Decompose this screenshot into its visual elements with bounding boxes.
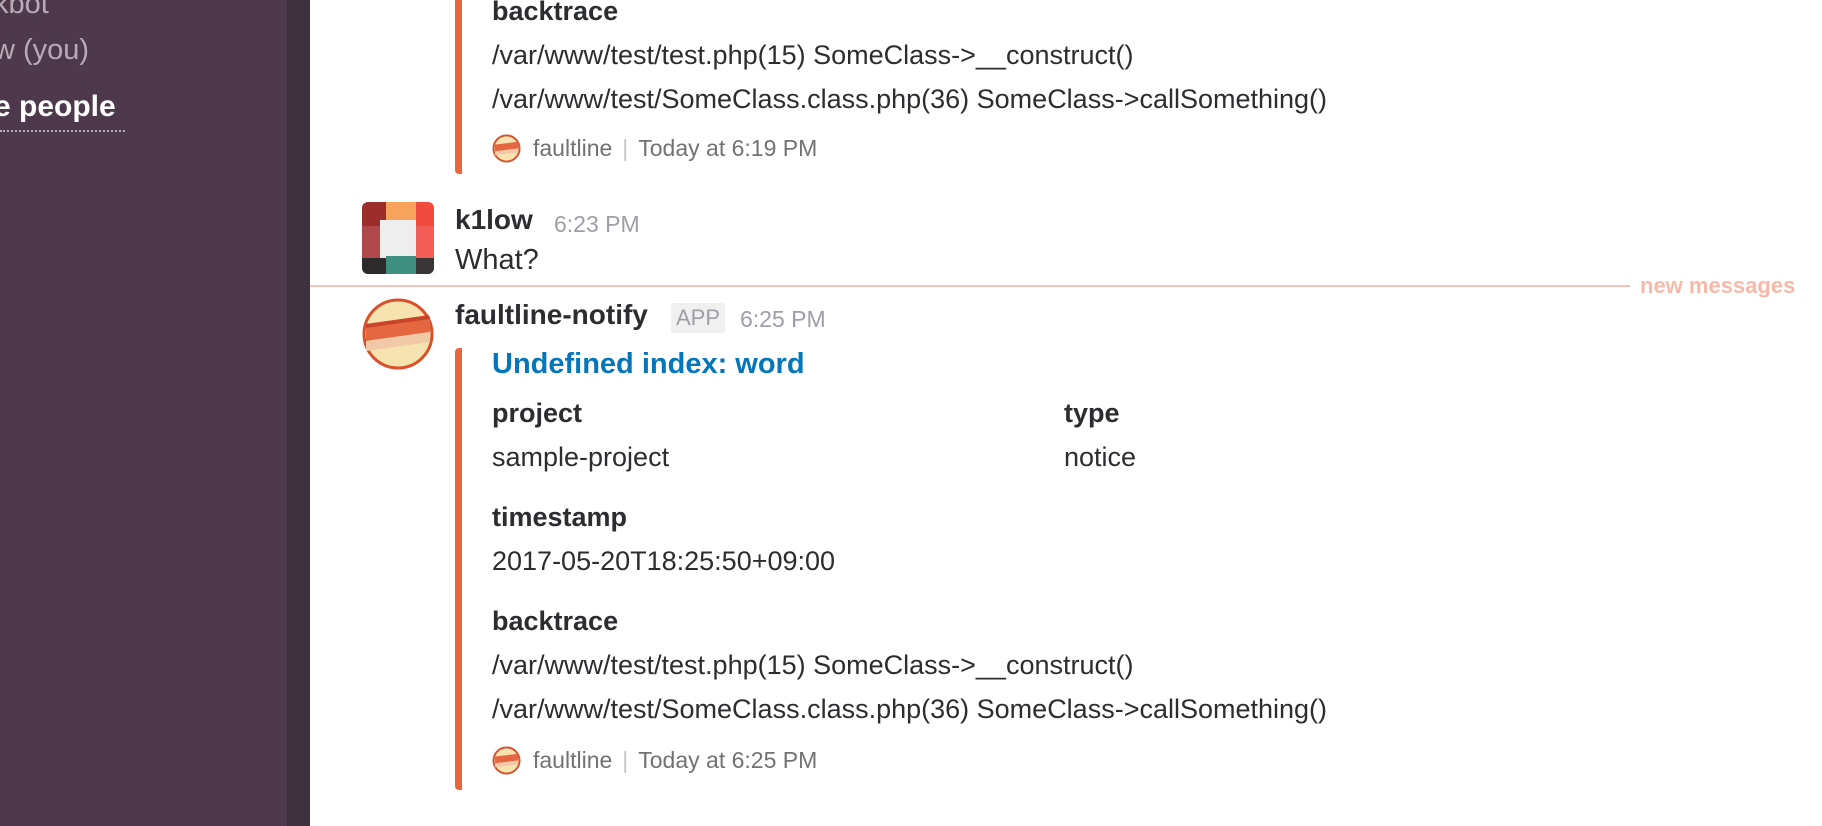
- timestamp-value: 2017-05-20T18:25:50+09:00: [492, 546, 836, 576]
- faultline-icon: [492, 746, 521, 775]
- backtrace-label: backtrace: [492, 0, 619, 26]
- avatar[interactable]: [362, 298, 434, 370]
- sidebar-item-you[interactable]: w (you): [0, 34, 89, 67]
- message-text: What?: [455, 244, 539, 276]
- previous-attachment: backtrace /var/www/test/test.php(15) Som…: [455, 0, 1487, 174]
- footer-separator: |: [622, 747, 629, 773]
- footer-separator: |: [622, 135, 629, 161]
- sidebar-item-invite-people[interactable]: e people: [0, 90, 116, 124]
- footer-source[interactable]: faultline: [533, 747, 612, 774]
- message-sender[interactable]: faultline-notify: [455, 299, 648, 331]
- faultline-notify-avatar-icon: [362, 298, 434, 370]
- footer-source[interactable]: faultline: [533, 135, 612, 162]
- new-messages-label: new messages: [1640, 273, 1796, 298]
- backtrace-line: /var/www/test/test.php(15) SomeClass->__…: [492, 40, 1134, 70]
- app-badge: APP: [671, 303, 726, 333]
- faultline-icon: [492, 134, 521, 163]
- attachment-footer: faultline | Today at 6:25 PM: [492, 746, 817, 775]
- new-messages-divider: [310, 285, 1630, 287]
- message-pane: backtrace /var/www/test/test.php(15) Som…: [310, 0, 1822, 826]
- invite-underline: [0, 130, 125, 132]
- message-time[interactable]: 6:25 PM: [740, 306, 826, 333]
- sidebar-scroll-strip: [287, 0, 310, 826]
- error-attachment: Undefined index: word project sample-pro…: [455, 348, 1487, 790]
- avatar[interactable]: [362, 202, 434, 274]
- backtrace-line: /var/www/test/test.php(15) SomeClass->__…: [492, 650, 1134, 680]
- type-value: notice: [1064, 442, 1137, 472]
- timestamp-label: timestamp: [492, 502, 628, 532]
- backtrace-label: backtrace: [492, 606, 619, 636]
- message-sender[interactable]: k1low: [455, 204, 533, 236]
- sidebar-item-kbot[interactable]: kbot: [0, 0, 49, 21]
- error-title-link[interactable]: Undefined index: word: [492, 348, 805, 381]
- message-time[interactable]: 6:23 PM: [554, 211, 640, 238]
- project-label: project: [492, 398, 583, 428]
- backtrace-line: /var/www/test/SomeClass.class.php(36) So…: [492, 84, 1328, 114]
- k1low-avatar-icon: [362, 202, 434, 274]
- attachment-footer: faultline | Today at 6:19 PM: [492, 134, 817, 163]
- footer-timestamp[interactable]: Today at 6:25 PM: [638, 747, 817, 774]
- type-label: type: [1064, 398, 1120, 428]
- sidebar: kbot w (you) e people: [0, 0, 287, 826]
- footer-timestamp[interactable]: Today at 6:19 PM: [638, 135, 817, 162]
- backtrace-line: /var/www/test/SomeClass.class.php(36) So…: [492, 694, 1328, 724]
- project-value: sample-project: [492, 442, 670, 472]
